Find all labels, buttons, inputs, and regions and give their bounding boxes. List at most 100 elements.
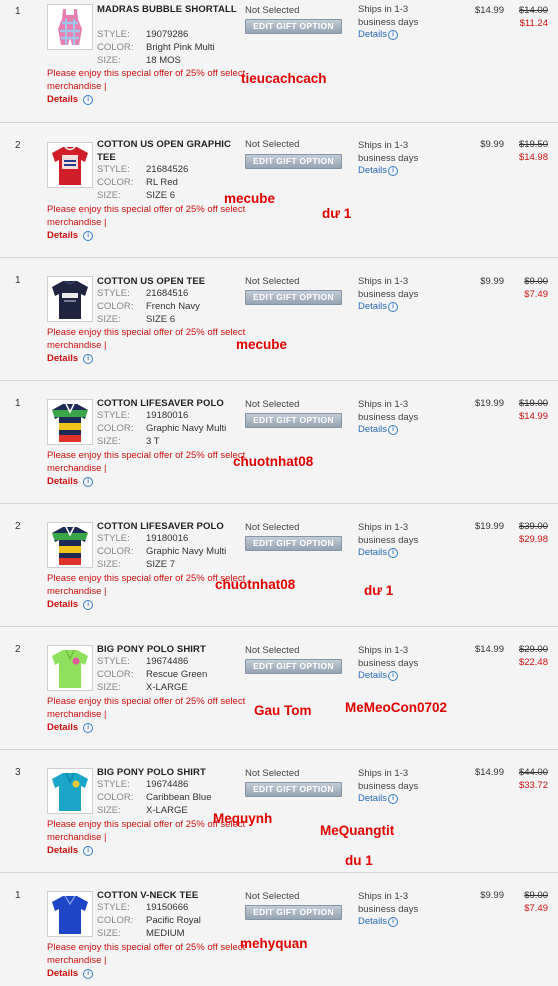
product-image[interactable] (47, 276, 93, 322)
info-icon[interactable]: i (388, 302, 399, 312)
edit-gift-option-button[interactable]: EDIT GIFT OPTION (245, 413, 342, 428)
product-name[interactable]: COTTON US OPEN GRAPHIC TEE (97, 139, 242, 164)
offer-details-label[interactable]: Details (47, 599, 78, 610)
sale-price: $22.48 (518, 657, 548, 668)
size-label: SIZE: (97, 559, 121, 570)
product-image[interactable] (47, 645, 93, 691)
offer-details-label[interactable]: Details (47, 722, 78, 733)
info-icon[interactable]: i (83, 354, 94, 364)
info-icon[interactable]: i (388, 917, 399, 927)
product-name[interactable]: COTTON LIFESAVER POLO (97, 398, 242, 411)
info-icon[interactable]: i (83, 231, 94, 241)
offer-details-link[interactable]: Details i (47, 230, 94, 241)
handwritten-note: mecube (236, 337, 288, 352)
product-image[interactable] (47, 4, 93, 50)
handwritten-note: MeMeoCon0702 (345, 700, 448, 715)
shipping-details-link[interactable]: Details i (358, 424, 399, 435)
edit-gift-option-button[interactable]: EDIT GIFT OPTION (245, 782, 342, 797)
offer-details-link[interactable]: Details i (47, 94, 94, 105)
edit-gift-option-button[interactable]: EDIT GIFT OPTION (245, 659, 342, 674)
size-line: SIZE: X-LARGE (97, 805, 188, 818)
shipping-details-link[interactable]: Details i (358, 301, 399, 312)
offer-details-label[interactable]: Details (47, 476, 78, 487)
size-label: SIZE: (97, 190, 121, 201)
product-name[interactable]: BIG PONY POLO SHIRT (97, 644, 242, 657)
style-line: STYLE: 21684516 (97, 288, 188, 301)
shipping-details-link[interactable]: Details i (358, 793, 399, 804)
product-image[interactable] (47, 142, 93, 188)
color-line: COLOR: French Navy (97, 301, 200, 314)
offer-details-link[interactable]: Details i (47, 353, 94, 364)
shipping-details-link[interactable]: Details i (358, 165, 399, 176)
size-value: X-LARGE (146, 805, 188, 816)
info-icon[interactable]: i (83, 477, 94, 487)
product-image[interactable] (47, 399, 93, 445)
size-label: SIZE: (97, 928, 121, 939)
info-icon[interactable]: i (83, 95, 94, 105)
info-icon[interactable]: i (83, 969, 94, 979)
size-value: MEDIUM (146, 928, 185, 939)
product-name[interactable]: COTTON LIFESAVER POLO (97, 521, 242, 534)
sale-price: $14.99 (518, 411, 548, 422)
offer-details-label[interactable]: Details (47, 94, 78, 105)
shipping-details-label[interactable]: Details (358, 424, 387, 435)
green-polo-icon (48, 646, 92, 690)
info-icon[interactable]: i (83, 600, 94, 610)
size-line: SIZE: SIZE 7 (97, 559, 175, 572)
offer-details-link[interactable]: Details i (47, 722, 94, 733)
color-label: COLOR: (97, 423, 134, 434)
info-icon[interactable]: i (388, 166, 399, 176)
info-icon[interactable]: i (388, 548, 399, 558)
info-icon[interactable]: i (388, 425, 399, 435)
size-value: 18 MOS (146, 55, 181, 66)
offer-details-label[interactable]: Details (47, 230, 78, 241)
shipping-details-link[interactable]: Details i (358, 547, 399, 558)
offer-details-label[interactable]: Details (47, 968, 78, 979)
size-label: SIZE: (97, 314, 121, 325)
shipping-details-label[interactable]: Details (358, 29, 387, 40)
info-icon[interactable]: i (83, 846, 94, 856)
offer-details-link[interactable]: Details i (47, 968, 94, 979)
shipping-details-label[interactable]: Details (358, 670, 387, 681)
info-icon[interactable]: i (388, 30, 399, 40)
shipping-details-link[interactable]: Details i (358, 29, 399, 40)
product-image[interactable] (47, 522, 93, 568)
product-name[interactable]: COTTON US OPEN TEE (97, 276, 242, 289)
style-line: STYLE: 19674486 (97, 656, 188, 669)
product-image[interactable] (47, 891, 93, 937)
shipping-details-link[interactable]: Details i (358, 670, 399, 681)
style-label: STYLE: (97, 288, 130, 299)
shipping-details-label[interactable]: Details (358, 165, 387, 176)
edit-gift-option-button[interactable]: EDIT GIFT OPTION (245, 154, 342, 169)
edit-gift-option-button[interactable]: EDIT GIFT OPTION (245, 19, 342, 34)
offer-details-label[interactable]: Details (47, 845, 78, 856)
shipping-details-label[interactable]: Details (358, 793, 387, 804)
product-name[interactable]: MADRAS BUBBLE SHORTALL (97, 4, 242, 17)
striped-polo-icon (48, 400, 92, 444)
color-value: Rescue Green (146, 669, 208, 680)
edit-gift-option-button[interactable]: EDIT GIFT OPTION (245, 905, 342, 920)
color-value: Graphic Navy Multi (146, 423, 227, 434)
info-icon[interactable]: i (83, 723, 94, 733)
shipping-details-label[interactable]: Details (358, 301, 387, 312)
gift-status: Not Selected (245, 891, 300, 902)
info-icon[interactable]: i (388, 671, 399, 681)
product-image[interactable] (47, 768, 93, 814)
gift-status: Not Selected (245, 139, 300, 150)
edit-gift-option-button[interactable]: EDIT GIFT OPTION (245, 536, 342, 551)
product-name[interactable]: BIG PONY POLO SHIRT (97, 767, 242, 780)
shipping-details-label[interactable]: Details (358, 916, 387, 927)
shipping-info: Ships in 1-3 business days (358, 276, 419, 300)
offer-details-link[interactable]: Details i (47, 599, 94, 610)
edit-gift-option-button[interactable]: EDIT GIFT OPTION (245, 290, 342, 305)
info-icon[interactable]: i (388, 794, 399, 804)
gift-status: Not Selected (245, 399, 300, 410)
striped-polo-icon (48, 523, 92, 567)
offer-details-link[interactable]: Details i (47, 476, 94, 487)
offer-details-link[interactable]: Details i (47, 845, 94, 856)
offer-details-label[interactable]: Details (47, 353, 78, 364)
handwritten-note: dư 1 (364, 583, 394, 598)
shipping-details-link[interactable]: Details i (358, 916, 399, 927)
shipping-details-label[interactable]: Details (358, 547, 387, 558)
product-name[interactable]: COTTON V-NECK TEE (97, 890, 242, 903)
